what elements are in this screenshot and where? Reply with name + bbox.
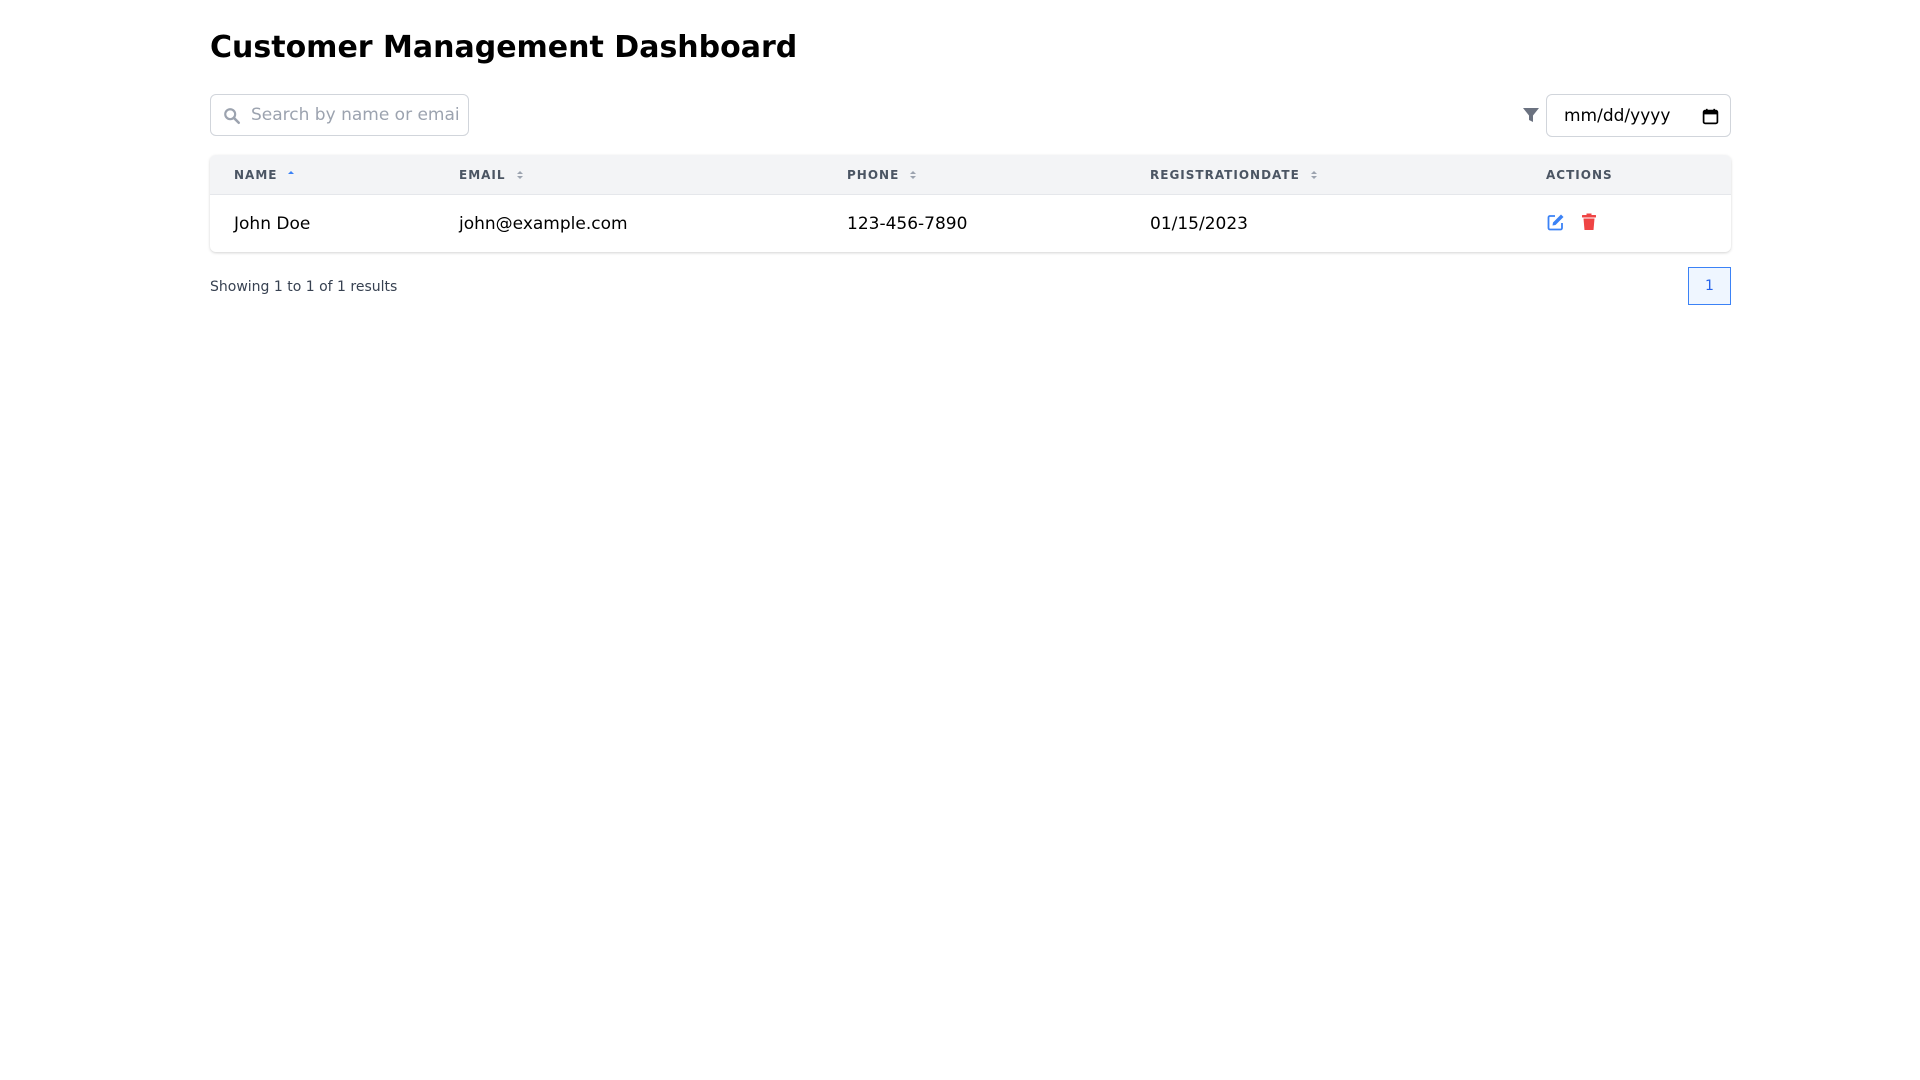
filter-icon[interactable] — [1521, 105, 1541, 125]
sort-icon — [910, 171, 917, 179]
sort-icon — [516, 171, 523, 179]
column-header-phone[interactable]: PHONE — [847, 167, 917, 183]
cell-email: john@example.com — [459, 214, 628, 234]
column-header-registration-date[interactable]: REGISTRATIONDATE — [1150, 167, 1318, 183]
page-title: Customer Management Dashboard — [210, 30, 798, 65]
column-label: REGISTRATIONDATE — [1150, 168, 1300, 182]
edit-icon[interactable] — [1546, 212, 1566, 232]
customer-table: NAME EMAIL PHONE REGISTRATIONDATE ACTION… — [210, 155, 1731, 252]
column-label: ACTIONS — [1546, 168, 1613, 182]
cell-name: John Doe — [234, 214, 311, 234]
date-filter-value: mm/dd/yyyy — [1564, 106, 1671, 126]
table-header: NAME EMAIL PHONE REGISTRATIONDATE ACTION… — [210, 155, 1731, 195]
column-header-name[interactable]: NAME — [234, 167, 295, 183]
sort-ascending-icon — [288, 171, 295, 174]
column-header-email[interactable]: EMAIL — [459, 167, 524, 183]
table-row: John Doe john@example.com 123-456-7890 0… — [210, 195, 1731, 252]
search-box[interactable] — [210, 94, 469, 136]
cell-phone: 123-456-7890 — [847, 214, 968, 234]
column-label: EMAIL — [459, 168, 506, 182]
column-label: PHONE — [847, 168, 900, 182]
search-input[interactable] — [251, 96, 461, 134]
column-header-actions: ACTIONS — [1546, 167, 1613, 183]
search-icon — [224, 108, 241, 125]
results-summary: Showing 1 to 1 of 1 results — [210, 279, 398, 295]
column-label: NAME — [234, 168, 278, 182]
sort-icon — [1310, 171, 1317, 179]
date-filter-input[interactable]: mm/dd/yyyy — [1546, 94, 1731, 137]
pagination-footer: Showing 1 to 1 of 1 results 1 — [210, 267, 1731, 307]
toolbar: mm/dd/yyyy — [210, 94, 1731, 137]
calendar-icon[interactable] — [1702, 108, 1719, 125]
page-button-1[interactable]: 1 — [1688, 267, 1731, 305]
cell-registration-date: 01/15/2023 — [1150, 214, 1248, 234]
delete-icon[interactable] — [1579, 212, 1599, 232]
